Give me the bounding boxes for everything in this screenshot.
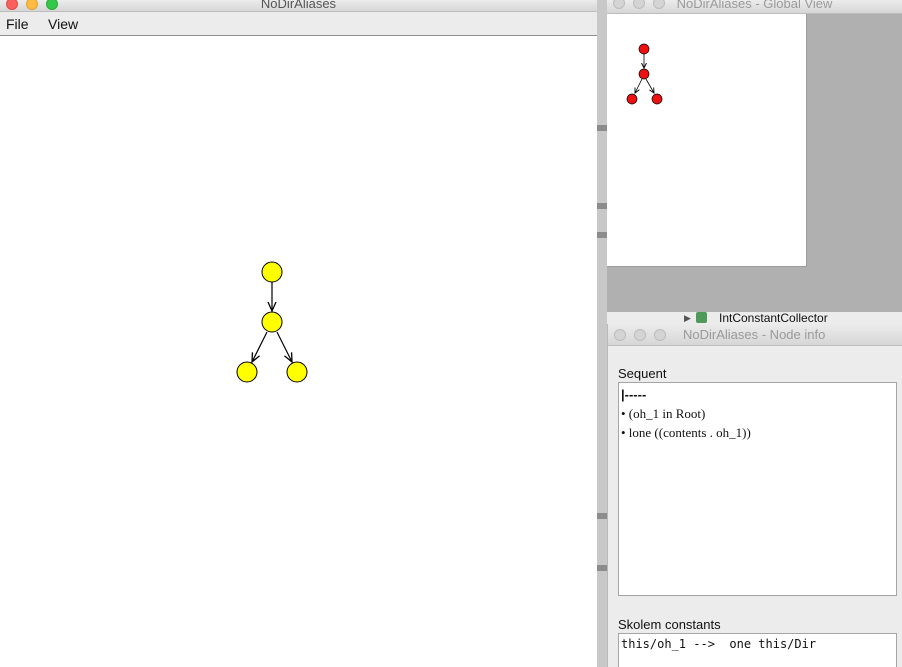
- menu-file[interactable]: File: [6, 16, 29, 32]
- mini-node-mid[interactable]: [638, 68, 650, 80]
- skolem-line: this/oh_1 --> one this/Dir: [621, 637, 817, 651]
- tree-node-right[interactable]: [286, 361, 308, 383]
- sequent-turnstile: |-----: [621, 387, 647, 402]
- background-divider: [597, 565, 607, 571]
- background-divider: [597, 203, 607, 209]
- tree-node-left[interactable]: [236, 361, 258, 383]
- close-window-button[interactable]: [613, 0, 625, 9]
- window-controls: [614, 329, 666, 341]
- edge-mid-to-right: [276, 331, 292, 362]
- global-view-graph: [626, 43, 663, 105]
- mini-node-root[interactable]: [638, 43, 650, 55]
- sequent-text-area[interactable]: |----- • (oh_1 in Root) • lone ((content…: [618, 382, 897, 596]
- background-divider: [597, 513, 607, 519]
- zoom-window-button[interactable]: [46, 0, 58, 10]
- tree-node-mid[interactable]: [261, 311, 283, 333]
- background-tree-row: ▶ IntConstantCollector: [607, 311, 902, 325]
- proof-tree-canvas[interactable]: [0, 36, 597, 667]
- minimize-window-button[interactable]: [633, 0, 645, 9]
- close-window-button[interactable]: [6, 0, 18, 10]
- node-info-title-bar: NoDirAliases - Node info: [608, 324, 902, 346]
- background-tree-item-label: IntConstantCollector: [719, 311, 828, 325]
- global-view-title-bar: NoDirAliases - Global View: [607, 0, 902, 14]
- node-info-window: NoDirAliases - Node info Sequent |----- …: [607, 324, 902, 667]
- background-divider: [597, 232, 607, 238]
- window-title: NoDirAliases - Global View: [676, 0, 833, 11]
- menu-bar: File View: [0, 12, 597, 36]
- menu-view[interactable]: View: [48, 16, 78, 32]
- skolem-constants-label: Skolem constants: [618, 617, 721, 632]
- main-window: NoDirAliases File View: [0, 0, 597, 667]
- close-window-button[interactable]: [614, 329, 626, 341]
- window-controls: [613, 0, 665, 9]
- mini-edge-mid-to-right: [645, 78, 654, 93]
- expand-triangle-icon[interactable]: ▶: [684, 313, 691, 324]
- global-view-canvas[interactable]: [607, 14, 807, 267]
- class-icon: [696, 312, 707, 323]
- minimize-window-button[interactable]: [634, 329, 646, 341]
- tree-node-root[interactable]: [261, 261, 283, 283]
- proof-tree-graph: [236, 261, 308, 383]
- main-title-bar: NoDirAliases: [0, 0, 597, 12]
- global-view-window: NoDirAliases - Global View: [607, 0, 902, 312]
- zoom-window-button[interactable]: [653, 0, 665, 9]
- window-title: NoDirAliases: [260, 0, 337, 11]
- sequent-line: • (oh_1 in Root): [621, 406, 706, 421]
- sequent-label: Sequent: [618, 366, 667, 381]
- mini-edge-mid-to-left: [635, 78, 643, 93]
- window-controls: [6, 0, 58, 10]
- edge-mid-to-left: [252, 331, 268, 362]
- mini-node-left[interactable]: [626, 93, 638, 105]
- background-divider: [597, 125, 607, 131]
- minimize-window-button[interactable]: [26, 0, 38, 10]
- mini-node-right[interactable]: [651, 93, 663, 105]
- window-title: NoDirAliases - Node info: [683, 327, 826, 342]
- sequent-line: • lone ((contents . oh_1)): [621, 425, 751, 440]
- zoom-window-button[interactable]: [654, 329, 666, 341]
- skolem-constants-text-area[interactable]: this/oh_1 --> one this/Dir: [618, 633, 897, 667]
